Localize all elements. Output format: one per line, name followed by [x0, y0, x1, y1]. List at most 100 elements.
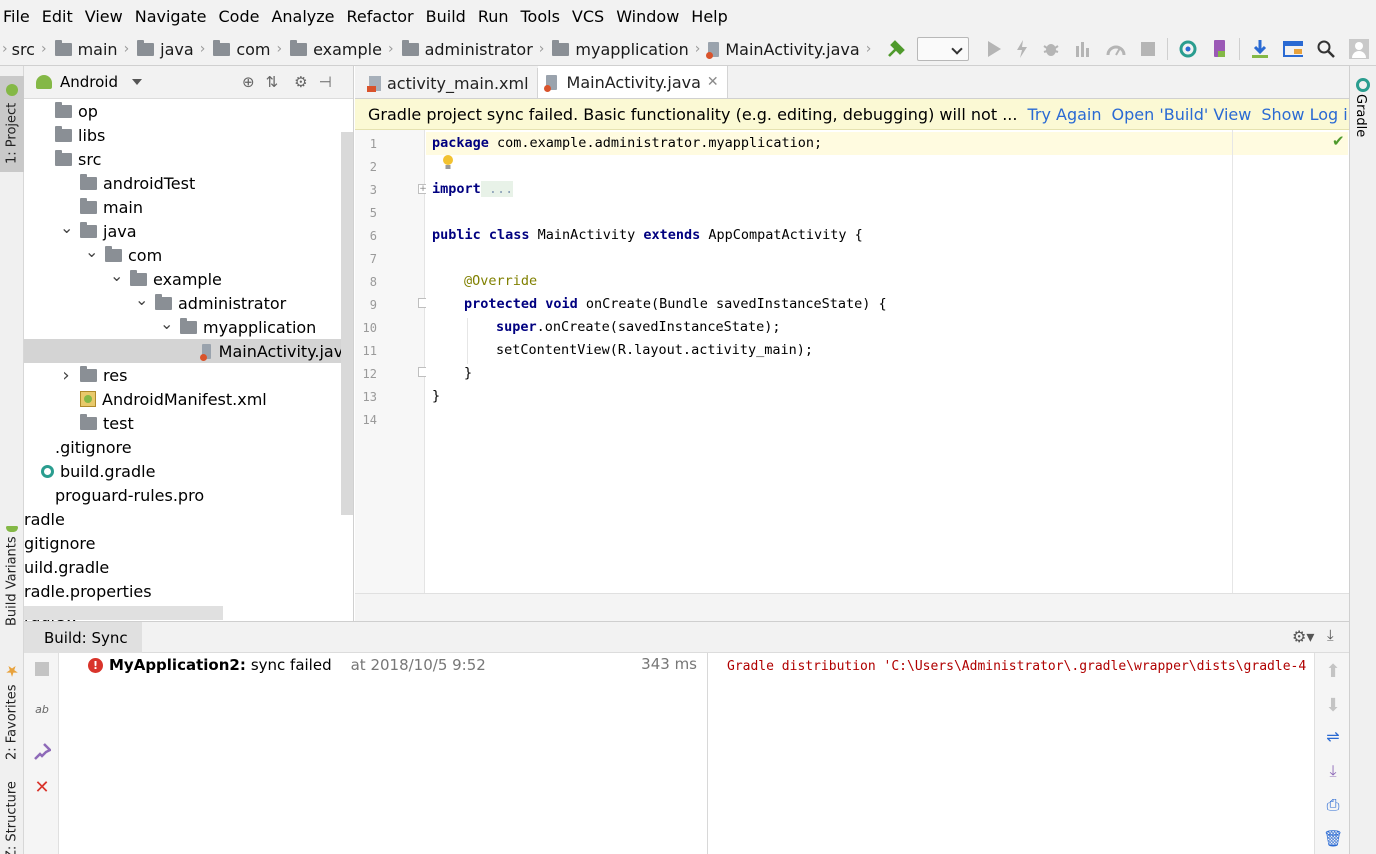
tree-item[interactable]: radle.properties	[24, 579, 353, 603]
build-console[interactable]: Gradle distribution 'C:\Users\Administra…	[710, 653, 1314, 854]
tree-item[interactable]: ⌄ com	[24, 242, 353, 267]
user-icon[interactable]	[1349, 39, 1369, 59]
run-configuration-select[interactable]	[917, 37, 969, 61]
chevron-right-icon[interactable]: ›	[60, 365, 72, 386]
make-project-icon[interactable]	[886, 39, 906, 59]
profile-icon[interactable]	[1106, 39, 1126, 59]
search-icon[interactable]	[1317, 39, 1335, 59]
project-structure-icon[interactable]	[1283, 39, 1303, 59]
tree-item[interactable]: test	[24, 411, 353, 435]
try-again-link[interactable]: Try Again	[1027, 105, 1101, 124]
code-editor[interactable]: package com.example.administrator.myappl…	[426, 130, 1348, 593]
tab-mainactivity-java[interactable]: MainActivity.java ✕	[537, 66, 728, 98]
close-icon[interactable]: ✕	[32, 777, 52, 798]
breadcrumb-com[interactable]: com ›	[213, 39, 290, 59]
menu-navigate[interactable]: Navigate	[134, 7, 213, 26]
tab-build-sync[interactable]: Build: Sync	[24, 622, 142, 653]
menu-vcs[interactable]: VCS	[571, 7, 610, 26]
project-view-selector[interactable]: Android	[60, 73, 118, 91]
hide-panel-icon[interactable]: ⤓	[1327, 626, 1334, 644]
coverage-icon[interactable]	[1074, 39, 1092, 59]
soft-wrap-icon[interactable]: ⇌	[1323, 727, 1343, 747]
code-line-8: @Override	[464, 273, 538, 289]
tree-item[interactable]: ⌄ java	[24, 218, 353, 243]
stop-icon[interactable]	[32, 661, 52, 681]
menu-analyze[interactable]: Analyze	[270, 7, 340, 26]
project-hscroll[interactable]	[24, 606, 223, 620]
tree-item-label: test	[103, 413, 134, 433]
chevron-down-icon[interactable]: ⌄	[85, 242, 98, 261]
tree-item[interactable]: uild.gradle	[24, 555, 353, 579]
sdk-manager-icon[interactable]	[1251, 39, 1269, 59]
menu-file[interactable]: File	[2, 7, 36, 26]
tree-item[interactable]: .gitignore	[24, 435, 353, 459]
menu-edit[interactable]: Edit	[41, 7, 79, 26]
tree-item[interactable]: gitignore	[24, 531, 353, 555]
menu-window[interactable]: Window	[615, 7, 685, 26]
tree-item[interactable]: libs	[24, 123, 353, 147]
tree-item[interactable]: build.gradle	[24, 459, 353, 483]
project-scrollbar[interactable]	[341, 132, 353, 515]
tree-item[interactable]: androidTest	[24, 171, 353, 195]
debug-icon[interactable]	[1042, 39, 1060, 59]
chevron-down-icon[interactable]: ⌄	[110, 266, 123, 285]
gear-icon[interactable]: ⚙▾	[1292, 627, 1314, 646]
menu-build[interactable]: Build	[425, 7, 472, 26]
folder-icon	[290, 39, 308, 56]
stop-icon[interactable]	[1140, 39, 1156, 59]
print-icon[interactable]: ⎙	[1323, 795, 1343, 815]
tree-item[interactable]: proguard-rules.pro	[24, 483, 353, 507]
clear-all-icon[interactable]: 🗑	[1323, 829, 1343, 849]
arrow-down-icon[interactable]: ⬇	[1323, 695, 1343, 716]
breadcrumb-main[interactable]: main ›	[54, 39, 138, 59]
arrow-up-icon[interactable]: ⬆	[1323, 661, 1343, 682]
tree-item[interactable]: radle	[24, 507, 353, 531]
apply-changes-icon[interactable]	[1016, 39, 1028, 59]
breadcrumb-administrator[interactable]: administrator ›	[401, 39, 553, 59]
chevron-down-icon[interactable]: ⌄	[60, 218, 73, 237]
menu-tools[interactable]: Tools	[520, 7, 566, 26]
run-icon[interactable]	[986, 39, 1002, 59]
close-icon[interactable]: ✕	[707, 74, 719, 90]
tab-structure[interactable]: Z: Structure	[0, 781, 24, 854]
chevron-down-icon[interactable]	[132, 79, 142, 85]
tab-activity-main-xml[interactable]: activity_main.xml	[361, 68, 538, 98]
locate-icon[interactable]: ⊕	[242, 73, 255, 91]
breadcrumb-example[interactable]: example ›	[290, 39, 401, 59]
tree-item[interactable]: main	[24, 195, 353, 219]
avd-manager-icon[interactable]	[1212, 39, 1228, 59]
tree-item[interactable]: AndroidManifest.xml	[24, 387, 353, 411]
menu-help[interactable]: Help	[690, 7, 733, 26]
tab-favorites[interactable]: 2: Favorites ★	[0, 662, 24, 760]
gear-icon[interactable]: ⚙	[294, 73, 307, 91]
menu-code[interactable]: Code	[218, 7, 266, 26]
tree-item[interactable]: MainActivity.java	[24, 339, 353, 363]
hide-panel-icon[interactable]: ⊣	[319, 73, 332, 91]
build-result-row[interactable]: ! MyApplication2: sync failed at 2018/10…	[88, 655, 486, 675]
tab-project[interactable]: 1: Project	[0, 76, 24, 172]
chevron-down-icon[interactable]: ⌄	[160, 314, 173, 333]
menu-run[interactable]: Run	[477, 7, 515, 26]
collapse-all-icon[interactable]: ⇅	[266, 73, 279, 91]
tree-item[interactable]: ⌄ administrator	[24, 290, 353, 315]
scroll-to-end-icon[interactable]: ⤓	[1323, 761, 1343, 781]
tab-build-variants[interactable]: Build Variants	[0, 526, 24, 626]
menu-view[interactable]: View	[84, 7, 129, 26]
sync-gradle-icon[interactable]	[1178, 39, 1198, 59]
breadcrumb-myapplication[interactable]: myapplication ›	[552, 39, 708, 59]
tree-item[interactable]: › res	[24, 363, 353, 387]
pin-icon[interactable]	[32, 743, 53, 763]
tree-item[interactable]: ⌄ example	[24, 266, 353, 291]
breadcrumb-src[interactable]: › src ›	[2, 40, 55, 59]
tree-item[interactable]: ⌄ myapplication	[24, 314, 353, 339]
open-build-view-link[interactable]: Open 'Build' View	[1112, 105, 1252, 124]
tab-gradle[interactable]: Gradle	[1353, 94, 1368, 137]
lightbulb-icon[interactable]	[442, 154, 454, 170]
chevron-down-icon[interactable]: ⌄	[135, 290, 148, 309]
breadcrumb-mainactivity[interactable]: MainActivity.java ›	[706, 40, 879, 59]
toggle-view-icon[interactable]: ab	[32, 703, 52, 723]
breadcrumb-java[interactable]: java ›	[137, 39, 213, 59]
tree-item[interactable]: src	[24, 147, 353, 171]
menu-refactor[interactable]: Refactor	[346, 7, 420, 26]
tree-item[interactable]: op	[24, 99, 353, 123]
